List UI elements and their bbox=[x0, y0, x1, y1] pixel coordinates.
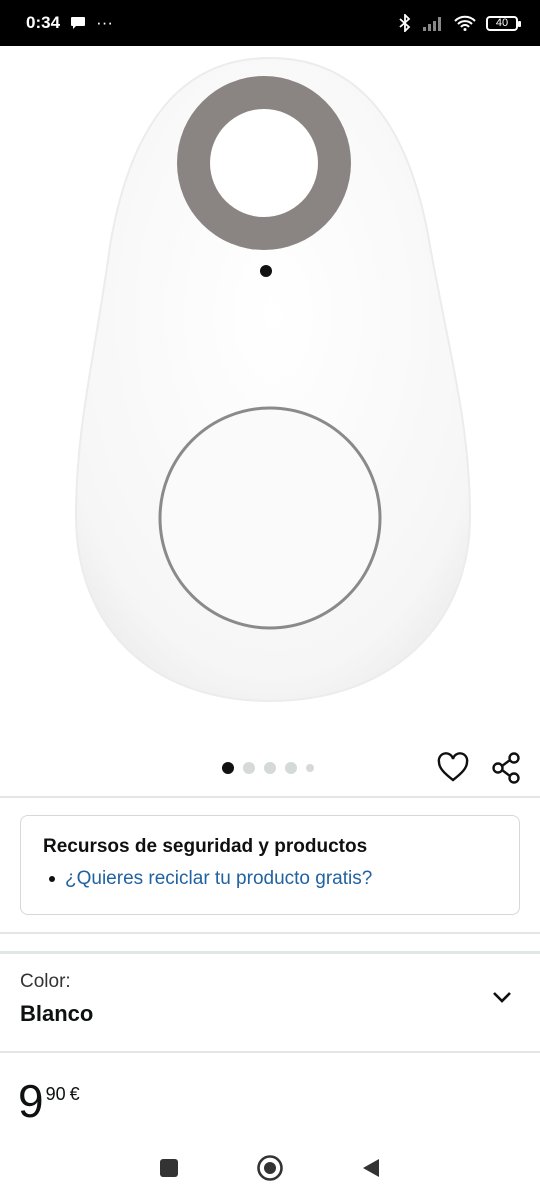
price: 9 90 € bbox=[18, 1078, 80, 1124]
back-icon[interactable] bbox=[360, 1157, 382, 1179]
divider bbox=[0, 1051, 540, 1053]
bluetooth-icon bbox=[399, 14, 411, 32]
chat-bubble-icon bbox=[71, 17, 86, 29]
carousel-dot[interactable] bbox=[306, 764, 314, 772]
carousel-dot[interactable] bbox=[285, 762, 297, 774]
divider bbox=[0, 796, 540, 798]
heart-icon[interactable] bbox=[436, 751, 470, 785]
bullet bbox=[49, 876, 55, 882]
status-time: 0:34 bbox=[26, 13, 61, 32]
status-bar: 0:34 ··· 40 bbox=[0, 0, 540, 46]
divider bbox=[0, 932, 540, 934]
carousel-dot[interactable] bbox=[264, 762, 276, 774]
safety-resources-card: Recursos de seguridad y productos ¿Quier… bbox=[20, 815, 520, 915]
android-nav-bar bbox=[0, 1136, 540, 1200]
color-label: Color: bbox=[20, 971, 71, 992]
color-selector[interactable]: Color: Blanco bbox=[0, 955, 540, 1050]
color-value: Blanco bbox=[20, 1001, 94, 1026]
bluetooth-tracker-tag-image bbox=[74, 56, 472, 703]
signal-icon bbox=[423, 17, 441, 31]
more-notifications-icon: ··· bbox=[96, 13, 114, 32]
wifi-icon bbox=[454, 15, 476, 31]
carousel-dot[interactable] bbox=[243, 762, 255, 774]
price-fraction: 90 bbox=[45, 1084, 66, 1104]
safety-title: Recursos de seguridad y productos bbox=[43, 836, 368, 857]
share-icon[interactable] bbox=[489, 751, 523, 785]
price-currency: € bbox=[69, 1084, 80, 1104]
carousel-dot[interactable] bbox=[222, 762, 234, 774]
battery-icon: 40 bbox=[486, 15, 521, 31]
battery-level: 40 bbox=[495, 16, 509, 29]
price-whole: 9 bbox=[18, 1075, 44, 1127]
recents-icon[interactable] bbox=[158, 1157, 180, 1179]
chevron-down-icon[interactable] bbox=[490, 985, 514, 1009]
home-icon[interactable] bbox=[256, 1154, 284, 1182]
recycle-link[interactable]: ¿Quieres reciclar tu producto gratis? bbox=[65, 868, 372, 890]
product-image[interactable] bbox=[0, 46, 540, 746]
divider bbox=[0, 951, 540, 954]
